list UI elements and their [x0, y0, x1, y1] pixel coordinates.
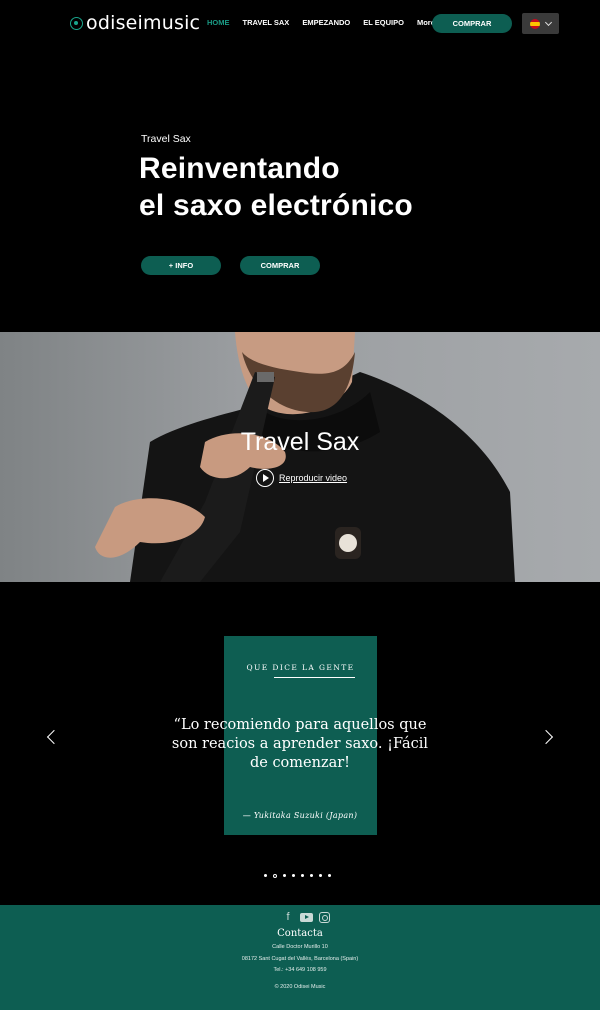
site-header: odiseimusic HOME TRAVEL SAX EMPEZANDO EL… — [0, 0, 600, 48]
social-links: f — [282, 911, 330, 923]
nav-item-empezando[interactable]: EMPEZANDO — [302, 18, 350, 27]
logo-mark-icon — [70, 16, 83, 30]
slider-dot[interactable] — [292, 874, 295, 877]
kicker-divider — [274, 677, 355, 678]
hero-title: Reinventando el saxo electrónico — [139, 150, 413, 224]
video-title: Travel Sax — [240, 428, 360, 456]
hero-kicker: Travel Sax — [141, 133, 191, 145]
slider-dot[interactable] — [310, 874, 313, 877]
spain-flag-icon — [530, 18, 540, 29]
site-footer: f Contacta Calle Doctor Murillo 10 08172… — [0, 905, 600, 1010]
slider-dot[interactable] — [273, 873, 277, 878]
footer-copyright: © 2020 Odisei Music — [274, 984, 326, 990]
saxophonist-photo — [95, 332, 515, 582]
slider-dot[interactable] — [328, 874, 331, 877]
play-video-link[interactable]: Reproducir video — [256, 469, 347, 487]
hero-title-line-1: Reinventando — [139, 152, 340, 185]
footer-address-line-2: 08172 Sant Cugat del Vallès, Barcelona (… — [241, 956, 359, 962]
chevron-down-icon — [544, 18, 553, 26]
logo-text: odiseimusic — [86, 12, 201, 34]
instagram-icon[interactable] — [319, 911, 330, 923]
testimonials-section: QUE DICE LA GENTE “Lo recomiendo para aq… — [0, 582, 600, 905]
testimonials-kicker: QUE DICE LA GENTE — [246, 663, 355, 672]
nav-item-travel-sax[interactable]: TRAVEL SAX — [243, 18, 290, 27]
play-video-label: Reproducir video — [279, 473, 348, 483]
footer-address-line-1: Calle Doctor Murillo 10 — [272, 944, 328, 950]
play-icon — [256, 469, 274, 487]
site-logo[interactable]: odiseimusic — [70, 12, 200, 34]
slider-dot[interactable] — [319, 874, 322, 877]
info-button[interactable]: + INFO — [141, 256, 221, 275]
previous-arrow-icon[interactable] — [46, 729, 62, 745]
footer-phone: Tel.: +34 649 108 959 — [273, 967, 327, 973]
language-selector[interactable] — [522, 13, 559, 34]
slider-dot[interactable] — [301, 874, 304, 877]
video-section[interactable]: Travel Sax Reproducir video — [0, 332, 600, 582]
slider-dot[interactable] — [264, 874, 267, 877]
main-nav: HOME TRAVEL SAX EMPEZANDO EL EQUIPO More — [207, 18, 435, 27]
testimonial-quote: “Lo recomiendo para aquellos que son rea… — [171, 717, 429, 771]
nav-item-home[interactable]: HOME — [207, 18, 230, 27]
slider-dot[interactable] — [283, 874, 286, 877]
hero-buy-button[interactable]: COMPRAR — [240, 256, 320, 275]
testimonial-author: — Yukitaka Suzuki (Japan) — [242, 811, 358, 820]
nav-item-el-equipo[interactable]: EL EQUIPO — [363, 18, 404, 27]
header-buy-button[interactable]: COMPRAR — [432, 14, 512, 33]
slider-pagination — [264, 873, 331, 878]
facebook-icon[interactable]: f — [282, 911, 294, 923]
youtube-icon[interactable] — [300, 912, 313, 922]
hero-title-line-2: el saxo electrónico — [139, 189, 413, 222]
hero-section: Travel Sax Reinventando el saxo electrón… — [0, 48, 600, 332]
contact-title: Contacta — [277, 928, 323, 939]
next-arrow-icon[interactable] — [538, 729, 554, 745]
